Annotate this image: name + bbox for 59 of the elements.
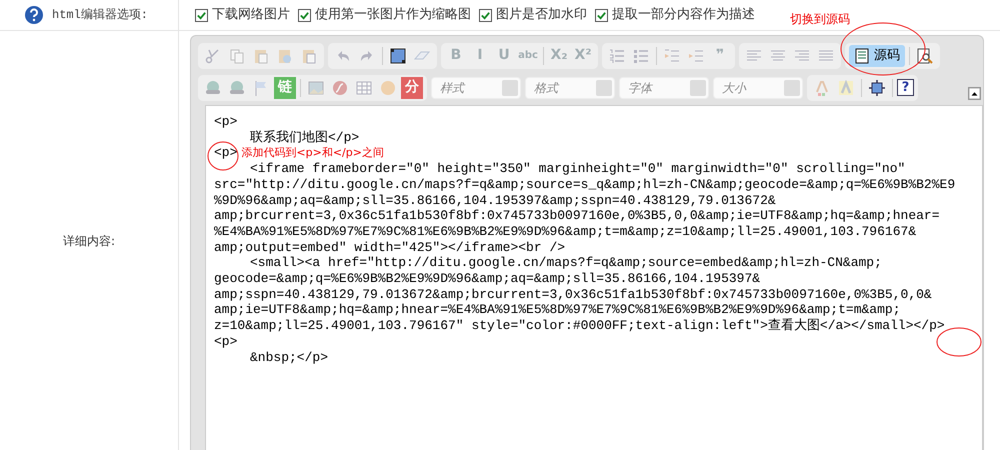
code-line: %9D%96&amp;aq=&amp;sll=35.86166,104.195397&amp;sspn=40.438129,79.013672&	[214, 192, 776, 208]
bullet-list-icon	[633, 48, 649, 64]
numbered-list-icon	[609, 48, 625, 64]
help-icon	[24, 5, 44, 25]
align-left-icon	[746, 48, 762, 64]
code-editor[interactable]	[205, 105, 983, 450]
align-justify-icon	[818, 48, 834, 64]
checkbox[interactable]	[195, 8, 208, 22]
code-line: <small><a href="http://ditu.google.cn/maps?f=q&amp;source=embed&amp;hl=zh-CN&amp;	[250, 255, 882, 270]
checkbox-label[interactable]: 下载网络图片	[212, 5, 290, 25]
globe-icon	[205, 80, 221, 96]
code-line: <p>	[214, 145, 238, 160]
clipboard-icon	[253, 48, 269, 64]
select-all-icon	[390, 48, 406, 64]
source-button[interactable]: 源码	[849, 44, 905, 66]
code-line: amp;sspn=40.438129,79.013672&amp;brcurrent=3,0x36c51fa1b530f8bf:0x745733b0097160e,0%3B5,0,0&	[214, 286, 932, 302]
image-icon	[308, 80, 324, 96]
checkbox[interactable]	[479, 8, 492, 22]
field-label: 详细内容:	[62, 233, 116, 250]
text-color-icon	[814, 80, 830, 96]
document-icon	[854, 48, 870, 64]
code-line: 联系我们地图</p>	[250, 130, 360, 145]
table-icon	[356, 80, 372, 96]
code-line: src="http://ditu.google.cn/maps?f=q&amp;source=s_q&amp;hl=zh-CN&amp;geocode=&amp;q=%E6%9B%B2%E9	[214, 176, 956, 192]
code-line: &nbsp;</p>	[250, 350, 328, 365]
magnifier-icon	[917, 48, 933, 64]
code-line: geocode=&amp;q=%E6%9B%B2%E9%9D%96&amp;aq=&amp;sll=35.86166,104.195397&	[214, 271, 760, 286]
code-line: <p>	[214, 334, 238, 349]
align-right-icon	[794, 48, 810, 64]
checkbox[interactable]	[595, 8, 608, 22]
checkbox-label[interactable]: 使用第一张图片作为缩略图	[315, 5, 471, 25]
code-line: <iframe frameborder="0" height="350" marginheight="0" marginwidth="0" scrolling="no"	[250, 161, 906, 176]
code-line: amp;ie=UTF8&amp;hq=&amp;hnear=%E4%BA%91%E5%8D%97%E7%9C%81%E6%9B%B2%E9%9D%96&amp;t=m&amp;	[214, 302, 901, 318]
flash-icon	[332, 80, 348, 96]
annotation-text: 添加代码到<p>和</p>之间	[241, 146, 384, 160]
code-line: <p>	[214, 114, 238, 129]
outdent-icon	[664, 48, 680, 64]
flag-icon	[253, 80, 269, 96]
field-label: html编辑器选项:	[52, 7, 148, 24]
highlight-color-icon	[838, 80, 854, 96]
scroll-up-arrow-icon	[968, 87, 981, 100]
annotation-text: 切换到源码	[790, 11, 850, 28]
code-line: amp;brcurrent=3,0x36c51fa1b530f8bf:0x745733b0097160e,0%3B5,0,0&amp;ie=UTF8&amp;hq=&amp;hnear=	[214, 208, 940, 224]
checkbox-label[interactable]: 提取一部分内容作为描述	[612, 5, 755, 25]
clipboard-icon	[301, 48, 317, 64]
scissors-icon	[205, 48, 221, 64]
fullscreen-icon	[869, 80, 885, 96]
clipboard-icon	[277, 48, 293, 64]
checkbox-label[interactable]: 图片是否加水印	[496, 5, 587, 25]
annotation-circle	[207, 141, 239, 171]
globe-icon	[229, 80, 245, 96]
code-line: %E4%BA%91%E5%8D%97%E7%9C%81%E6%9B%B2%E9%9D%96&amp;t=m&amp;z=10&amp;ll=25.49001,103.796167&	[214, 224, 916, 239]
align-center-icon	[770, 48, 786, 64]
checkbox[interactable]	[298, 8, 311, 22]
code-line: amp;output=embed" width="425"></iframe><br />	[214, 240, 566, 255]
code-line: z=10&amp;ll=25.49001,103.796167" style="color:#0000FF;text-align:left">查看大图</a></small></p>	[214, 318, 945, 334]
copy-icon	[229, 48, 245, 64]
indent-icon	[688, 48, 704, 64]
help-button[interactable]: ?	[897, 79, 914, 96]
